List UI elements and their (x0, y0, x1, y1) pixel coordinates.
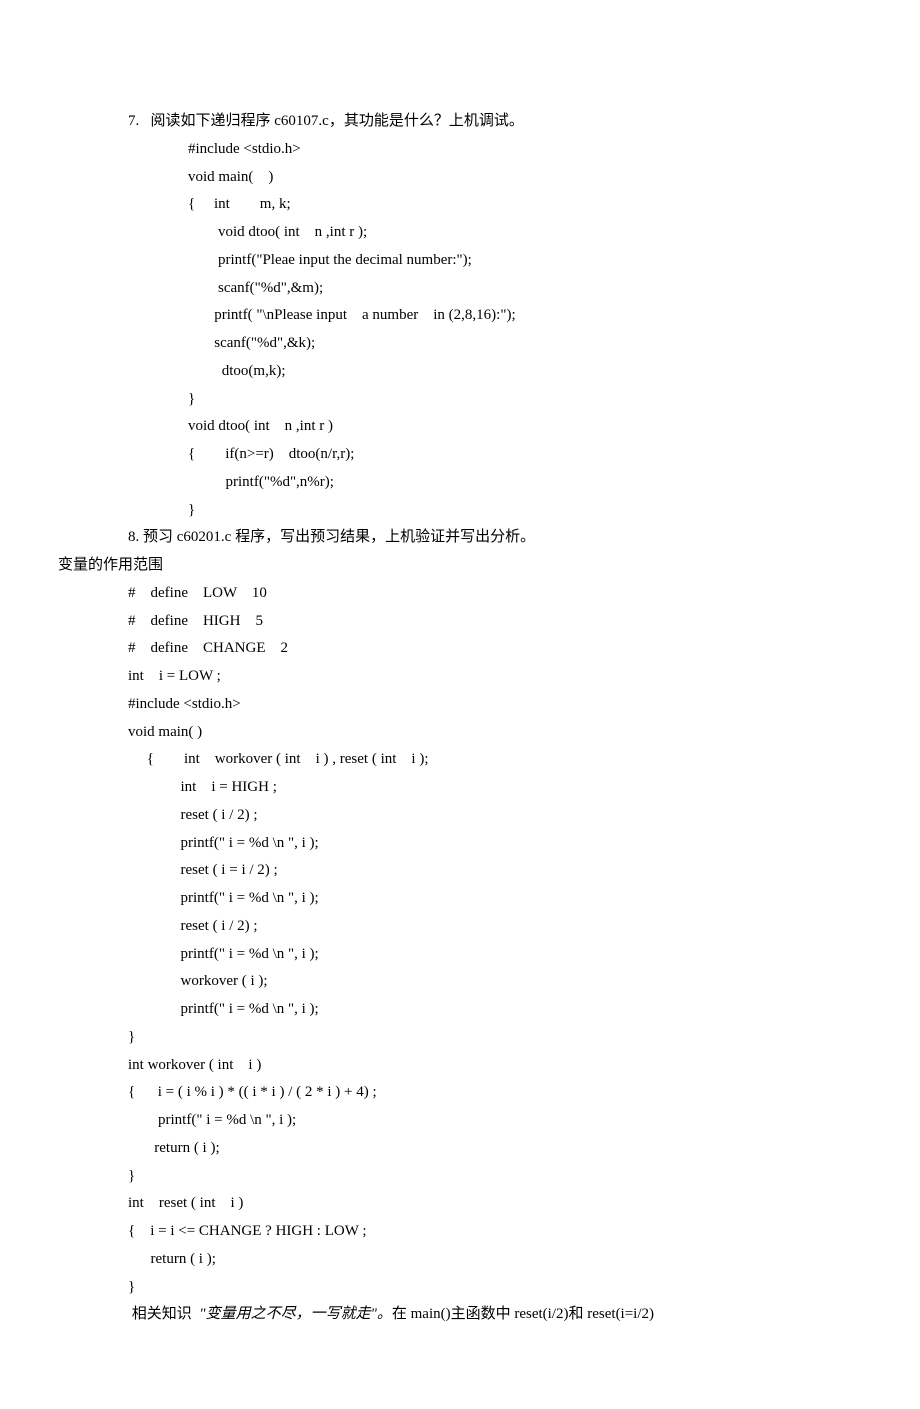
code-line: } (128, 1024, 808, 1052)
text-line: 8. 预习 c60201.c 程序，写出预习结果，上机验证并写出分析。 (128, 524, 808, 552)
code-line: #include <stdio.h> (128, 691, 808, 719)
code-line: { int m, k; (128, 191, 808, 219)
code-line: void dtoo( int n ,int r ); (128, 219, 808, 247)
code-line: # define LOW 10 (128, 580, 808, 608)
code-line: printf(" i = %d \n ", i ); (128, 1107, 808, 1135)
code-line: printf(" i = %d \n ", i ); (128, 996, 808, 1024)
code-line: printf("%d",n%r); (128, 469, 808, 497)
code-line: int workover ( int i ) (128, 1052, 808, 1080)
code-line: dtoo(m,k); (128, 358, 808, 386)
code-line: printf(" i = %d \n ", i ); (128, 885, 808, 913)
footer-prefix: 相关知识 (128, 1306, 199, 1322)
code-line: int reset ( int i ) (128, 1190, 808, 1218)
code-line: void main( ) (128, 164, 808, 192)
code-line: void dtoo( int n ,int r ) (128, 413, 808, 441)
code-line: { if(n>=r) dtoo(n/r,r); (128, 441, 808, 469)
code-line: printf("Pleae input the decimal number:"… (128, 247, 808, 275)
footer-line: 相关知识 "变量用之不尽，一写就走"。在 main()主函数中 reset(i/… (128, 1301, 808, 1329)
code-line: } (128, 1274, 808, 1302)
code-line: { i = i <= CHANGE ? HIGH : LOW ; (128, 1218, 808, 1246)
code-line: workover ( i ); (128, 968, 808, 996)
text-line: 变量的作用范围 (58, 552, 808, 580)
text-line: 7. 阅读如下递归程序 c60107.c，其功能是什么？上机调试。 (128, 108, 808, 136)
document-page: 7. 阅读如下递归程序 c60107.c，其功能是什么？上机调试。 #inclu… (0, 0, 920, 1409)
code-line: { int workover ( int i ) , reset ( int i… (128, 746, 808, 774)
code-line: } (128, 386, 808, 414)
code-line: # define HIGH 5 (128, 608, 808, 636)
code-line: return ( i ); (128, 1135, 808, 1163)
code-line: reset ( i / 2) ; (128, 913, 808, 941)
code-line: printf(" i = %d \n ", i ); (128, 941, 808, 969)
code-line: } (128, 1163, 808, 1191)
code-line: { i = ( i % i ) * (( i * i ) / ( 2 * i )… (128, 1079, 808, 1107)
code-line: #include <stdio.h> (128, 136, 808, 164)
code-line: } (128, 497, 808, 525)
code-line: scanf("%d",&k); (128, 330, 808, 358)
code-line: int i = HIGH ; (128, 774, 808, 802)
code-line: return ( i ); (128, 1246, 808, 1274)
code-line: printf(" i = %d \n ", i ); (128, 830, 808, 858)
code-line: printf( "\nPlease input a number in (2,8… (128, 302, 808, 330)
code-line: scanf("%d",&m); (128, 275, 808, 303)
code-line: int i = LOW ; (128, 663, 808, 691)
code-line: # define CHANGE 2 (128, 635, 808, 663)
footer-italic: "变量用之不尽，一写就走"。 (199, 1306, 392, 1322)
code-line: reset ( i / 2) ; (128, 802, 808, 830)
footer-suffix: 在 main()主函数中 reset(i/2)和 reset(i=i/2) (392, 1306, 654, 1322)
code-line: void main( ) (128, 719, 808, 747)
code-line: reset ( i = i / 2) ; (128, 857, 808, 885)
